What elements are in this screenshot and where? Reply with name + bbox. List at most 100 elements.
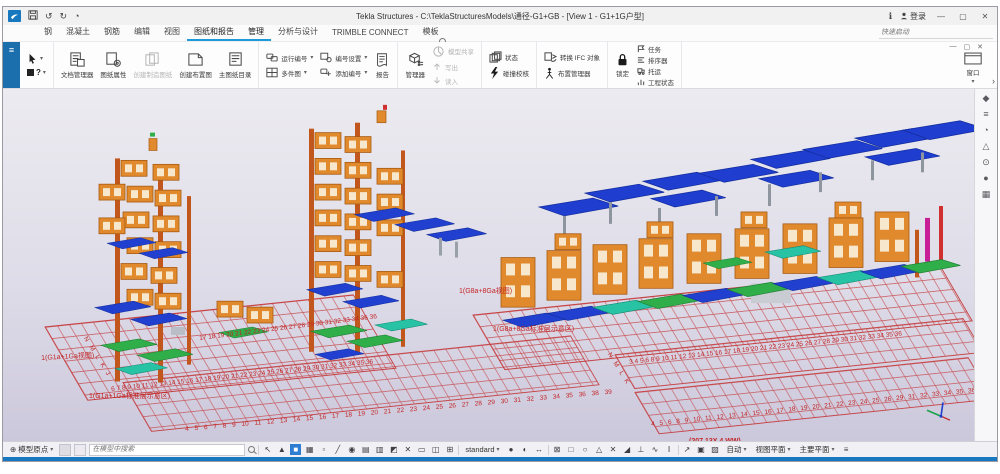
- tab-rebar[interactable]: 钢筋: [97, 24, 127, 41]
- origin-next-button[interactable]: [74, 444, 86, 456]
- snap-extension-icon[interactable]: ◢: [622, 444, 633, 455]
- window-panel-button[interactable]: 窗口 ▾: [963, 51, 983, 85]
- undo-button[interactable]: ↺: [45, 12, 53, 21]
- save-button[interactable]: [28, 10, 38, 22]
- view-label-g1-std: 1(G1a+1Ga标准层示意区): [89, 393, 170, 400]
- origin-selector[interactable]: ⊕ 模型原点 ▾: [7, 444, 56, 456]
- select-parts-icon[interactable]: ▭: [416, 444, 427, 455]
- reports-button[interactable]: 报告: [374, 52, 390, 79]
- file-menu-tab[interactable]: ≡: [3, 42, 20, 88]
- settings-pane-icon[interactable]: ⊙: [982, 158, 990, 167]
- tab-trimble-connect[interactable]: TRIMBLE CONNECT: [325, 26, 415, 41]
- read-in-button[interactable]: 读入: [432, 76, 474, 86]
- model-search-input[interactable]: [89, 444, 245, 456]
- create-ga-drawing-button[interactable]: 创建布置图: [179, 51, 212, 79]
- work-plane-dropdown[interactable]: 主要平面▾: [797, 444, 838, 455]
- select-welds-icon[interactable]: ⊞: [444, 444, 455, 455]
- view-close-button[interactable]: ✕: [977, 43, 983, 51]
- snap-midpoint-icon[interactable]: ○: [580, 444, 591, 455]
- phases-button[interactable]: 状态: [489, 51, 529, 63]
- snap-depth-icon[interactable]: ▣: [696, 444, 707, 455]
- view-restore-button[interactable]: ▢: [964, 43, 971, 51]
- selection-mode-tool[interactable]: ? ▾: [27, 68, 46, 77]
- tab-drawings-reports[interactable]: 图纸和报告: [187, 24, 241, 41]
- minimize-button[interactable]: —: [934, 12, 948, 21]
- select-components-icon[interactable]: ▦: [304, 444, 315, 455]
- sequencer-button[interactable]: 排序器: [637, 55, 674, 65]
- master-drawing-catalog-button[interactable]: 主图纸目录: [219, 51, 252, 79]
- tab-view[interactable]: 视图: [157, 24, 187, 41]
- login-button[interactable]: 登录: [900, 11, 926, 22]
- document-manager-button[interactable]: 文档管理器: [61, 51, 94, 79]
- quick-launch-input[interactable]: [879, 27, 993, 39]
- add-numbering-button[interactable]: 添加编号▾: [320, 67, 367, 78]
- statusbar-more-icon[interactable]: ≡: [841, 444, 852, 455]
- tasks-button[interactable]: 任务: [637, 44, 674, 54]
- model-search-icon[interactable]: [248, 446, 255, 453]
- numbering-settings-button[interactable]: 编号设置▾: [320, 52, 367, 63]
- snap-points-icon[interactable]: ●: [506, 444, 517, 455]
- organizer-button[interactable]: 管理器: [405, 51, 425, 79]
- snap-nearest-icon[interactable]: ⊥: [636, 444, 647, 455]
- history-button[interactable]: ◔: [74, 12, 79, 21]
- snap-any-icon[interactable]: Ⅰ: [664, 444, 675, 455]
- tab-analysis-design[interactable]: 分析与设计: [271, 24, 325, 41]
- snap-auto-dropdown[interactable]: 自动▾: [724, 444, 750, 455]
- snap-endpoint-icon[interactable]: ⊠: [552, 444, 563, 455]
- snapshot-pane-icon[interactable]: △: [983, 142, 990, 151]
- tab-steel[interactable]: 钢: [37, 24, 59, 41]
- lock-button[interactable]: 锁定: [615, 52, 630, 78]
- view-plane-dropdown[interactable]: 视图平面▾: [753, 444, 794, 455]
- select-grids-icon[interactable]: ▤: [360, 444, 371, 455]
- view-minimize-button[interactable]: —: [950, 43, 957, 51]
- pointer-help-icon[interactable]: ◆: [983, 94, 990, 103]
- select-cursor-icon[interactable]: ↖: [262, 444, 273, 455]
- render-pane-icon[interactable]: ●: [983, 174, 988, 183]
- assembly-drawing-button[interactable]: 多件图▾: [266, 67, 313, 78]
- properties-pane-icon[interactable]: ≡: [983, 110, 988, 119]
- select-plane-icon[interactable]: ◩: [388, 444, 399, 455]
- snap-perpendicular-icon[interactable]: ✕: [608, 444, 619, 455]
- drawing-properties-button[interactable]: 图纸属性: [100, 51, 126, 79]
- create-fabrication-drawings-button[interactable]: 创建制造图纸: [133, 51, 172, 79]
- select-views-icon[interactable]: ▥: [374, 444, 385, 455]
- snap-line-icon[interactable]: ∿: [650, 444, 661, 455]
- select-edges-icon[interactable]: ╱: [332, 444, 343, 455]
- clash-check-button[interactable]: 碰撞校核: [489, 67, 529, 79]
- restore-button[interactable]: ▢: [956, 12, 970, 21]
- ribbon-collapse-chevron[interactable]: ›: [992, 76, 995, 86]
- status-bar: ⊕ 模型原点 ▾ ↖ ▲ ■ ▦ ▫ ╱ ◉ ▤ ▥ ◩ ✕ ▭ ◫ ⊞ sta…: [3, 441, 997, 457]
- select-filter-icon[interactable]: ▲: [276, 444, 287, 455]
- origin-prev-button[interactable]: [59, 444, 71, 456]
- tab-concrete[interactable]: 混凝土: [59, 24, 97, 41]
- model-viewport[interactable]: 1(G1a+1Ga视图) 1(G1a+1Ga标准层示意区) 1(G8a+8Ga视…: [3, 89, 974, 441]
- select-assemblies-icon[interactable]: ◫: [430, 444, 441, 455]
- snap-ortho-icon[interactable]: ▨: [710, 444, 721, 455]
- select-objects-icon[interactable]: ▫: [318, 444, 329, 455]
- applications-pane-icon[interactable]: ▦: [982, 190, 991, 199]
- login-label: 登录: [910, 11, 926, 22]
- snap-free-icon[interactable]: ↔: [534, 444, 545, 455]
- lotting-button[interactable]: 托运: [637, 66, 674, 76]
- tab-manage[interactable]: 管理: [241, 24, 271, 41]
- snap-intersection-icon[interactable]: △: [594, 444, 605, 455]
- pointer-tool[interactable]: ▾: [27, 53, 46, 64]
- tab-edit[interactable]: 编辑: [127, 24, 157, 41]
- write-out-button[interactable]: 写出: [432, 62, 474, 72]
- select-cuts-icon[interactable]: ✕: [402, 444, 413, 455]
- model-sharing-button[interactable]: 模型共享: [432, 45, 474, 58]
- snap-override-icon[interactable]: ↗: [682, 444, 693, 455]
- snap-reference-icon[interactable]: ◐: [520, 444, 531, 455]
- close-button[interactable]: ✕: [978, 12, 992, 21]
- select-points-icon[interactable]: ◉: [346, 444, 357, 455]
- project-status-button[interactable]: 工程状态: [637, 77, 674, 87]
- snap-center-icon[interactable]: □: [566, 444, 577, 455]
- history-pane-icon[interactable]: ◔: [983, 126, 988, 135]
- convert-ifc-button[interactable]: 转换 IFC 对象: [544, 51, 600, 63]
- select-all-icon[interactable]: ■: [290, 444, 301, 455]
- selection-filter-dropdown[interactable]: standard▾: [462, 445, 502, 454]
- layout-manager-button[interactable]: 布置管理器: [544, 67, 600, 79]
- info-icon[interactable]: ℹ: [889, 12, 892, 21]
- perform-numbering-button[interactable]: 运行编号▾: [266, 52, 313, 63]
- redo-button[interactable]: ↻: [60, 12, 68, 21]
